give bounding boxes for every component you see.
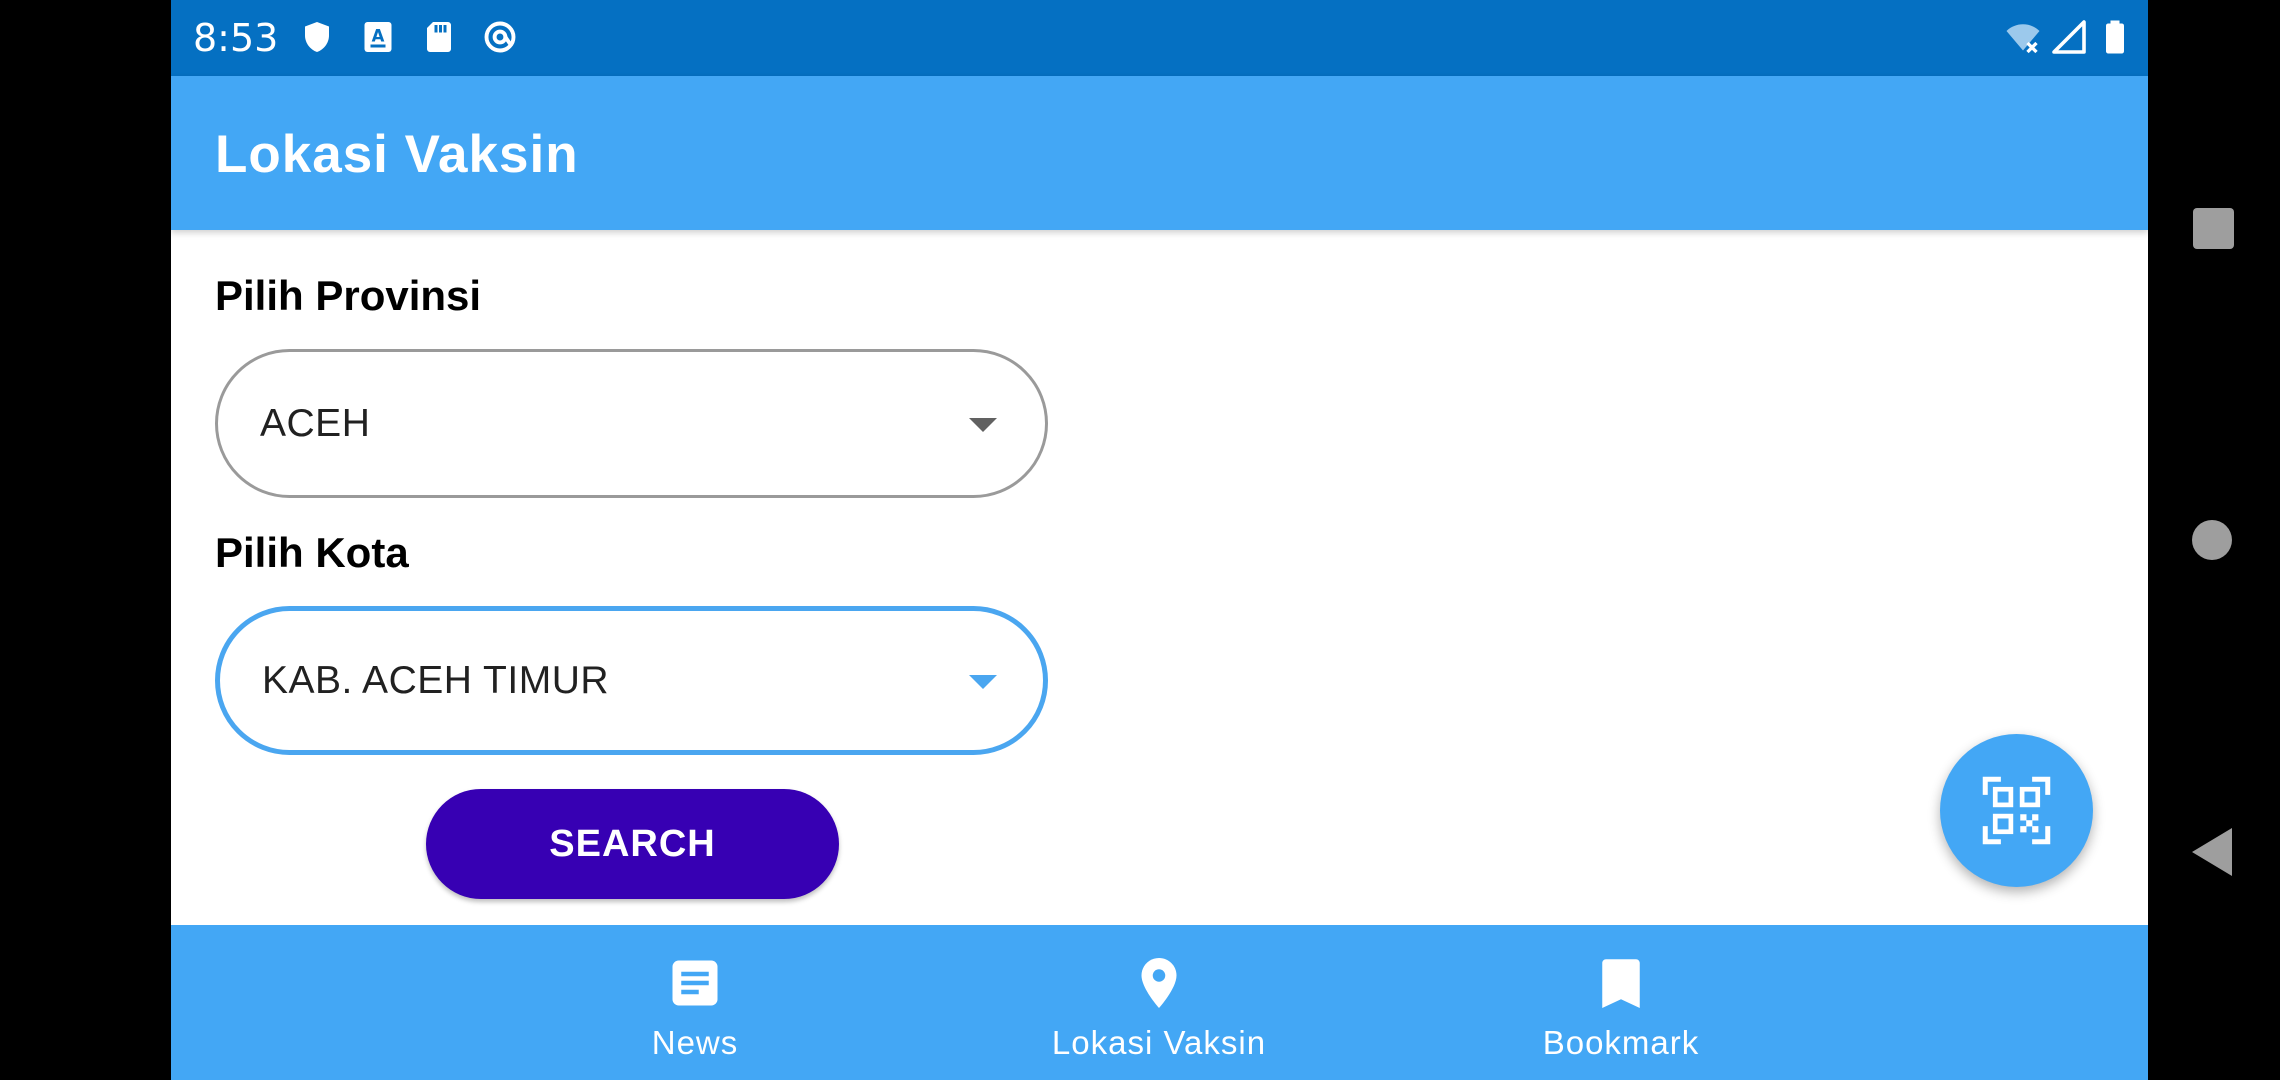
sd-card-icon: [427, 22, 451, 52]
nav-item-lokasi-vaksin[interactable]: Lokasi Vaksin: [1009, 925, 1309, 1080]
svg-text:A: A: [372, 27, 385, 46]
dropdown-arrow-icon: [969, 417, 997, 432]
provinsi-selected-value: ACEH: [260, 401, 371, 445]
nav-item-bookmark[interactable]: Bookmark: [1471, 925, 1771, 1080]
bookmark-icon: [1602, 959, 1640, 1008]
nav-label-bookmark: Bookmark: [1542, 1024, 1700, 1061]
article-icon: [672, 960, 718, 1006]
keyboard-a-icon: A: [364, 22, 392, 52]
provinsi-dropdown[interactable]: ACEH: [215, 349, 1048, 498]
at-sync-icon: [484, 21, 516, 53]
recents-icon[interactable]: [2193, 208, 2234, 249]
shield-icon: [305, 22, 329, 52]
qr-scan-button[interactable]: [1940, 734, 2093, 887]
page-title: Lokasi Vaksin: [215, 125, 579, 184]
location-pin-icon: [1141, 958, 1177, 1008]
dropdown-arrow-icon: [969, 674, 997, 689]
qr-scan-icon: [1982, 776, 2051, 845]
search-button[interactable]: SEARCH: [426, 789, 839, 899]
provinsi-label: Pilih Provinsi: [215, 272, 482, 319]
nav-label-news: News: [651, 1024, 739, 1061]
kota-dropdown[interactable]: KAB. ACEH TIMUR: [215, 606, 1048, 755]
status-bar: 8:53 A: [171, 0, 2148, 76]
bottom-navigation: News Lokasi Vaksin Bookmark: [171, 925, 2148, 1080]
battery-icon: [2106, 20, 2124, 54]
kota-label: Pilih Kota: [215, 529, 409, 576]
nav-item-news[interactable]: News: [545, 925, 845, 1080]
cell-signal-icon: [2052, 20, 2086, 54]
wifi-off-icon: [2006, 24, 2040, 54]
back-icon[interactable]: [2192, 828, 2232, 876]
nav-label-lokasi-vaksin: Lokasi Vaksin: [1051, 1024, 1267, 1061]
app-screen: 8:53 A Lokasi Vaksin Pilih Provinsi ACEH…: [171, 0, 2148, 1080]
home-icon[interactable]: [2192, 520, 2232, 560]
system-navigation-bar: [2148, 0, 2280, 1080]
status-time: 8:53: [193, 16, 279, 60]
kota-selected-value: KAB. ACEH TIMUR: [262, 658, 610, 702]
app-bar: Lokasi Vaksin: [171, 76, 2148, 230]
